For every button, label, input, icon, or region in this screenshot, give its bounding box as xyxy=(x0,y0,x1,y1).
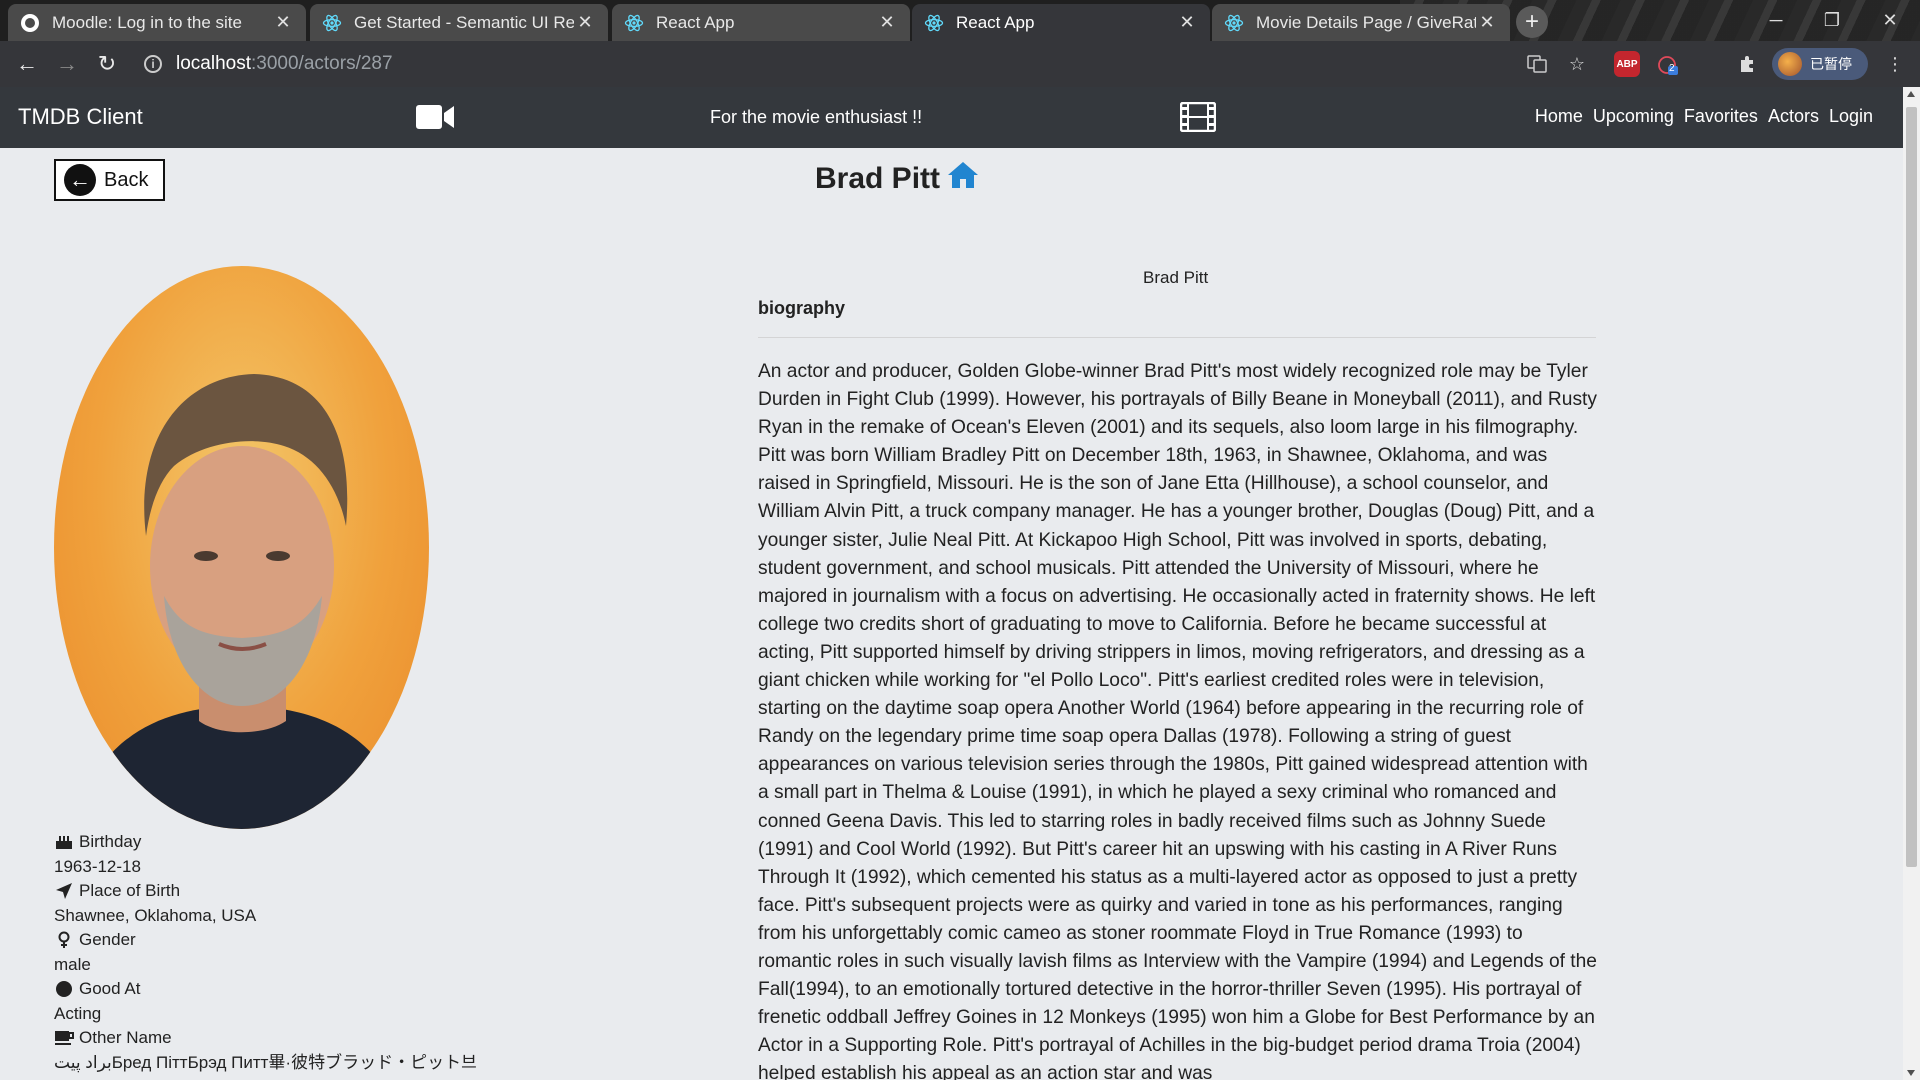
forward-arrow-icon[interactable]: → xyxy=(52,49,82,79)
birthplace-label: Place of Birth xyxy=(79,881,181,900)
profile-button[interactable]: 已暂停 xyxy=(1772,48,1868,80)
extension-badge: 2 xyxy=(1669,63,1675,74)
other-names-value: براد پیتБред ПіттБрэд Питт畢·彼特ブラッド・ピット브 xyxy=(54,1052,477,1072)
birthplace-value: Shawnee, Oklahoma, USA xyxy=(54,905,257,925)
restore-window-icon[interactable]: ❐ xyxy=(1804,0,1860,41)
profile-label: 已暂停 xyxy=(1810,56,1852,72)
actor-name: Brad Pitt xyxy=(1143,268,1209,287)
video-camera-icon xyxy=(415,104,455,135)
react-icon xyxy=(924,13,944,33)
url-path: :3000/actors/287 xyxy=(251,53,393,74)
browser-tab-react-app-active[interactable]: React App ✕ xyxy=(912,4,1210,41)
biography-text: An actor and producer, Golden Globe-winn… xyxy=(758,361,1597,1080)
adblock-plus-icon[interactable]: ABP xyxy=(1614,51,1640,77)
browser-toolbar: ← → ↻ i localhost:3000/actors/287 ☆ ABP … xyxy=(0,41,1920,87)
birthday-label: Birthday xyxy=(79,832,142,851)
react-icon xyxy=(322,13,342,33)
page-title-text: Brad Pitt xyxy=(815,162,941,195)
home-icon[interactable] xyxy=(946,160,980,198)
profile-avatar xyxy=(1778,52,1802,76)
tab-title: Moodle: Log in to the site xyxy=(52,12,242,32)
biography-divider xyxy=(758,337,1596,338)
navbar-tagline: For the movie enthusiast !! xyxy=(710,107,923,127)
app-navbar: TMDB Client For the movie enthusiast !! … xyxy=(0,87,1903,148)
minimize-window-icon[interactable]: ─ xyxy=(1748,0,1804,41)
nav-link-upcoming[interactable]: Upcoming xyxy=(1593,106,1674,127)
react-icon xyxy=(624,13,644,33)
bookmark-star-icon[interactable]: ☆ xyxy=(1564,51,1590,77)
gender-value: male xyxy=(54,954,91,974)
tab-title: Movie Details Page / GiveRate xyxy=(1256,12,1476,32)
known-for-value: Acting xyxy=(54,1003,102,1023)
browser-menu-icon[interactable]: ⋮ xyxy=(1882,51,1908,77)
nav-link-actors[interactable]: Actors xyxy=(1768,106,1819,127)
birthday-label-row: Birthday xyxy=(54,830,477,855)
tab-close-icon[interactable]: ✕ xyxy=(1476,12,1498,33)
moodle-icon xyxy=(20,13,40,33)
browser-tab-moodle[interactable]: Moodle: Log in to the site ✕ xyxy=(8,4,306,41)
brand-title[interactable]: TMDB Client xyxy=(18,104,143,130)
navbar-links: Home Upcoming Favorites Actors Login xyxy=(1525,106,1873,127)
scroll-down-icon[interactable] xyxy=(1907,1070,1915,1076)
nav-link-home[interactable]: Home xyxy=(1535,106,1583,127)
extension-cat-icon[interactable]: 2 xyxy=(1654,51,1680,77)
scrollbar-thumb[interactable] xyxy=(1906,107,1917,867)
known-for-label-row: Good At xyxy=(54,977,477,1002)
address-bar[interactable]: i localhost:3000/actors/287 xyxy=(144,48,393,80)
location-arrow-icon xyxy=(54,882,74,900)
back-arrow-icon[interactable]: ← xyxy=(12,49,42,79)
translate-icon[interactable] xyxy=(1524,51,1550,77)
browser-tab-movie-details[interactable]: Movie Details Page / GiveRate ✕ xyxy=(1212,4,1510,41)
site-info-icon[interactable]: i xyxy=(144,55,162,73)
circle-icon xyxy=(54,980,74,998)
extensions-puzzle-icon[interactable] xyxy=(1734,51,1760,77)
url-host: localhost xyxy=(176,53,251,74)
browser-tabstrip: Moodle: Log in to the site ✕ Get Started… xyxy=(0,0,1920,41)
back-button-label: Back xyxy=(104,168,149,191)
tab-title: React App xyxy=(956,12,1035,32)
new-tab-button[interactable]: + xyxy=(1516,6,1548,38)
birthday-value: 1963-12-18 xyxy=(54,856,141,876)
react-icon xyxy=(1224,13,1244,33)
tab-close-icon[interactable]: ✕ xyxy=(574,12,596,33)
page-scrollbar[interactable] xyxy=(1903,87,1920,1080)
gender-icon xyxy=(54,931,74,949)
scroll-up-icon[interactable] xyxy=(1907,91,1915,97)
browser-tab-react-app-1[interactable]: React App ✕ xyxy=(612,4,910,41)
close-window-icon[interactable]: ✕ xyxy=(1862,0,1918,41)
gender-label: Gender xyxy=(79,930,136,949)
tab-close-icon[interactable]: ✕ xyxy=(272,12,294,33)
film-strip-icon xyxy=(1179,101,1217,137)
tab-title: Get Started - Semantic UI React xyxy=(354,12,574,32)
other-name-label-row: Other Name xyxy=(54,1026,477,1051)
browser-tab-semantic-ui[interactable]: Get Started - Semantic UI React ✕ xyxy=(310,4,608,41)
coffee-cup-icon xyxy=(54,1030,74,1046)
page-title: Brad Pitt xyxy=(815,160,980,198)
gender-label-row: Gender xyxy=(54,928,477,953)
birthday-cake-icon xyxy=(54,834,74,850)
biography-heading: biography xyxy=(758,298,846,318)
tab-close-icon[interactable]: ✕ xyxy=(1176,12,1198,33)
known-for-label: Good At xyxy=(79,979,141,998)
nav-link-favorites[interactable]: Favorites xyxy=(1684,106,1758,127)
tab-title: React App xyxy=(656,12,735,32)
birthplace-label-row: Place of Birth xyxy=(54,879,477,904)
back-button[interactable]: ← Back xyxy=(54,159,165,201)
actor-portrait xyxy=(54,266,429,829)
reload-icon[interactable]: ↻ xyxy=(92,49,122,79)
other-name-label: Other Name xyxy=(79,1028,172,1047)
actor-details: Birthday 1963-12-18 Place of Birth Shawn… xyxy=(54,830,477,1075)
arrow-left-circle-icon: ← xyxy=(64,164,96,196)
tab-close-icon[interactable]: ✕ xyxy=(876,12,898,33)
nav-link-login[interactable]: Login xyxy=(1829,106,1873,127)
